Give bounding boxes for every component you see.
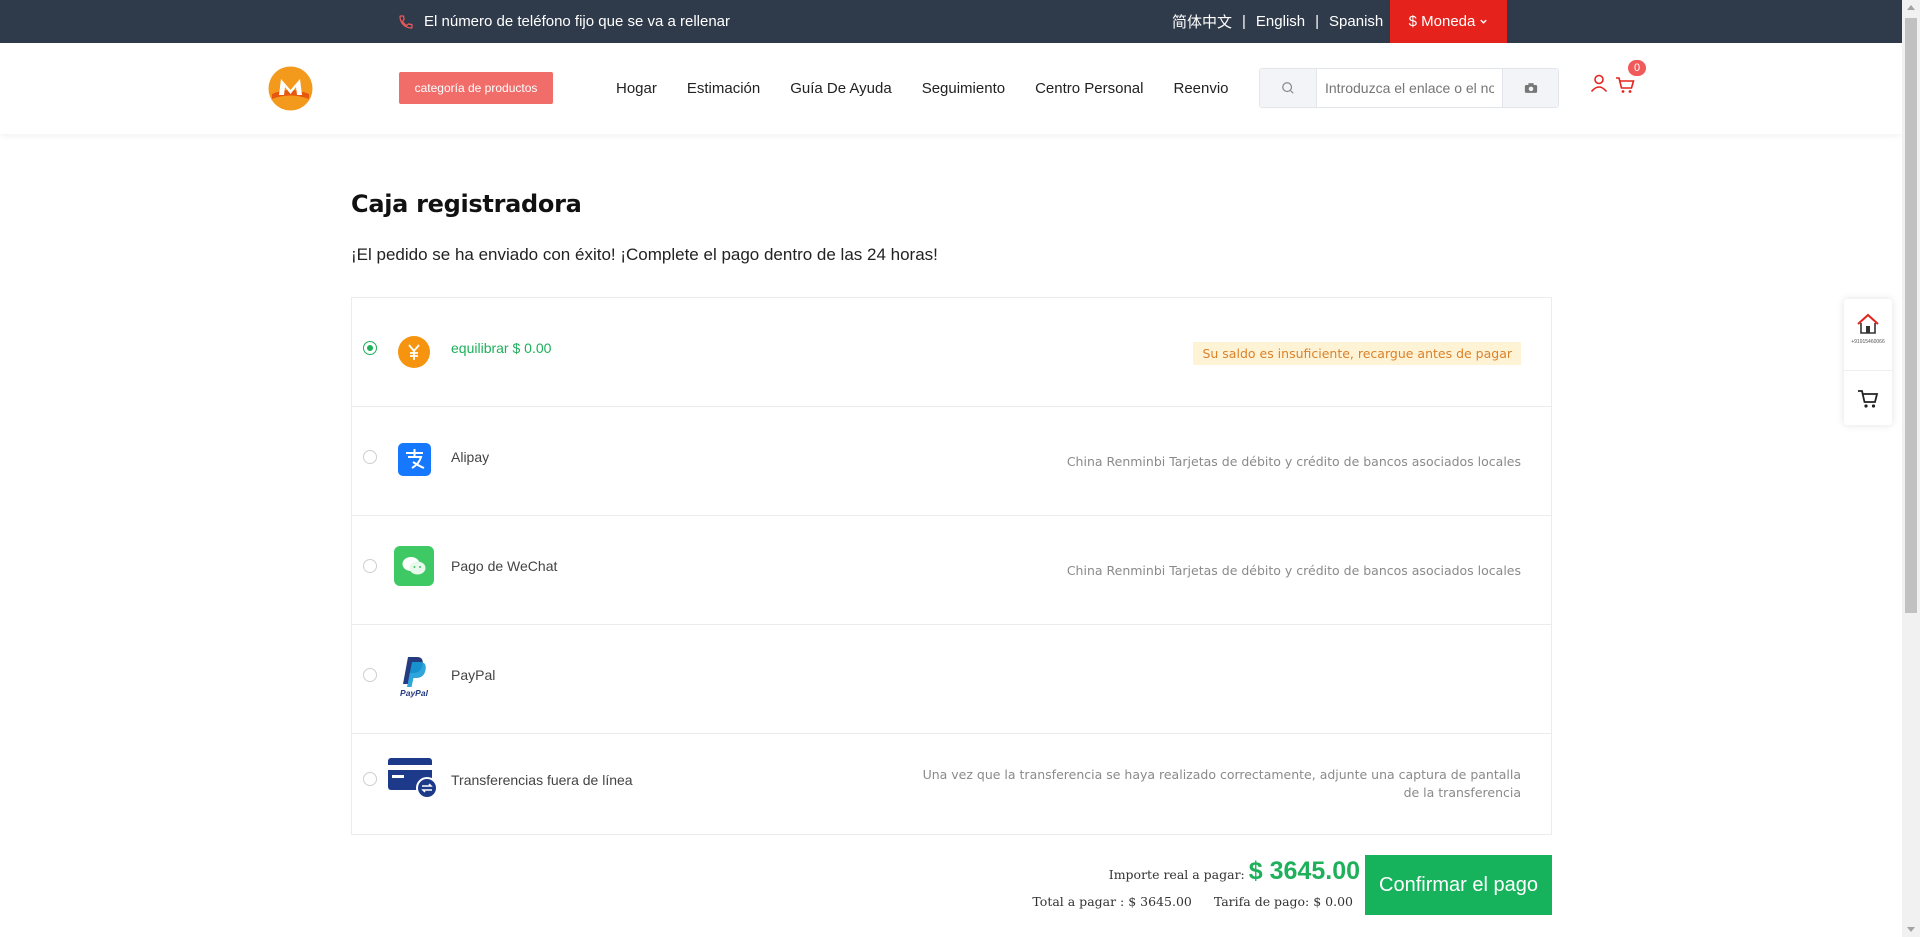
nav-forwarding[interactable]: Reenvio <box>1173 80 1228 97</box>
real-amount-label: Importe real a pagar: <box>1108 867 1245 882</box>
payment-method-wechat[interactable]: Pago de WeChat China Renminbi Tarjetas d… <box>352 516 1551 625</box>
main-nav: Hogar Estimación Guía De Ayuda Seguimien… <box>616 43 1259 134</box>
nav-tracking[interactable]: Seguimiento <box>922 80 1005 97</box>
floating-sidebar: +91915460066 <box>1844 299 1892 425</box>
main-header: categoría de productos Hogar Estimación … <box>0 43 1902 134</box>
phone-info: El número de teléfono fijo que se va a r… <box>398 0 730 43</box>
payment-method-offline-transfer[interactable]: Transferencias fuera de línea Una vez qu… <box>352 734 1551 834</box>
lang-english[interactable]: English <box>1256 13 1305 30</box>
product-category-button[interactable]: categoría de productos <box>399 72 553 104</box>
radio-offline-transfer[interactable] <box>363 772 377 786</box>
radio-alipay[interactable] <box>363 450 377 464</box>
confirm-payment-button[interactable]: Confirmar el pago <box>1365 855 1552 915</box>
offline-transfer-label: Transferencias fuera de línea <box>451 772 633 788</box>
cart-icon[interactable] <box>1615 76 1635 94</box>
phone-text: El número de teléfono fijo que se va a r… <box>424 13 731 30</box>
balance-label: equilibrar $ 0.00 <box>451 340 552 356</box>
alipay-icon <box>394 439 434 479</box>
search-input[interactable] <box>1317 69 1502 107</box>
offline-transfer-description: Una vez que la transferencia se haya rea… <box>922 767 1521 800</box>
currency-label: $ Moneda <box>1408 13 1476 30</box>
alipay-label: Alipay <box>451 449 490 465</box>
scroll-down-arrow-icon[interactable] <box>1907 927 1915 932</box>
scrollbar-thumb[interactable] <box>1905 18 1917 613</box>
real-amount-row: Importe real a pagar: $ 3645.00 <box>1109 857 1360 886</box>
radio-wechat[interactable] <box>363 559 377 573</box>
nav-help-guide[interactable]: Guía De Ayuda <box>790 80 891 97</box>
wechat-icon <box>394 546 434 586</box>
order-success-message: ¡El pedido se ha enviado con éxito! ¡Com… <box>351 245 938 264</box>
search-icon[interactable] <box>1260 69 1317 107</box>
site-logo[interactable] <box>268 66 313 111</box>
lang-separator: | <box>1242 13 1246 30</box>
camera-icon[interactable] <box>1502 69 1558 107</box>
payment-methods: equilibrar $ 0.00 Su saldo es insuficien… <box>351 297 1552 835</box>
paypal-label: PayPal <box>451 667 496 683</box>
float-cart-icon[interactable] <box>1844 372 1892 425</box>
yuan-icon <box>394 332 434 372</box>
page-title: Caja registradora <box>351 190 582 218</box>
home-icon <box>1857 313 1879 334</box>
top-bar: El número de teléfono fijo que se va a r… <box>0 0 1902 43</box>
user-icon[interactable] <box>1589 73 1609 93</box>
language-switcher: 简体中文 | English | Spanish <box>1172 0 1383 43</box>
payment-method-paypal[interactable]: PayPal PayPal <box>352 625 1551 734</box>
payment-method-alipay[interactable]: Alipay China Renminbi Tarjetas de débito… <box>352 407 1551 516</box>
scroll-up-arrow-icon[interactable] <box>1907 5 1915 10</box>
float-home-text: +91915460066 <box>1851 339 1885 345</box>
page-scrollbar[interactable] <box>1902 0 1920 937</box>
paypal-icon: PayPal <box>394 653 434 699</box>
lang-chinese[interactable]: 简体中文 <box>1172 11 1232 32</box>
payment-method-balance[interactable]: equilibrar $ 0.00 Su saldo es insuficien… <box>352 298 1551 407</box>
float-home-item[interactable]: +91915460066 <box>1844 299 1892 371</box>
radio-paypal[interactable] <box>363 668 377 682</box>
total-to-pay: Total a pagar : $ 3645.00 <box>1032 894 1192 909</box>
bank-transfer-icon <box>388 758 438 800</box>
wechat-label: Pago de WeChat <box>451 558 558 574</box>
chevron-down-icon <box>1480 19 1488 24</box>
nav-estimate[interactable]: Estimación <box>687 80 760 97</box>
currency-dropdown[interactable]: $ Moneda <box>1390 0 1507 43</box>
radio-balance[interactable] <box>363 341 377 355</box>
alipay-description: China Renminbi Tarjetas de débito y créd… <box>1066 454 1521 469</box>
nav-personal-center[interactable]: Centro Personal <box>1035 80 1143 97</box>
phone-icon <box>399 14 413 29</box>
insufficient-balance-warning: Su saldo es insuficiente, recargue antes… <box>1193 342 1521 365</box>
svg-text:PayPal: PayPal <box>400 688 429 698</box>
search-bar <box>1259 68 1559 108</box>
cart-count-badge: 0 <box>1628 60 1646 76</box>
nav-home[interactable]: Hogar <box>616 80 657 97</box>
real-amount-value: $ 3645.00 <box>1248 857 1360 885</box>
lang-separator: | <box>1315 13 1320 30</box>
totals-row: Total a pagar : $ 3645.00 Tarifa de pago… <box>1014 894 1353 909</box>
payment-fee: Tarifa de pago: $ 0.00 <box>1213 894 1353 909</box>
lang-spanish[interactable]: Spanish <box>1329 13 1383 30</box>
wechat-description: China Renminbi Tarjetas de débito y créd… <box>1066 563 1521 578</box>
